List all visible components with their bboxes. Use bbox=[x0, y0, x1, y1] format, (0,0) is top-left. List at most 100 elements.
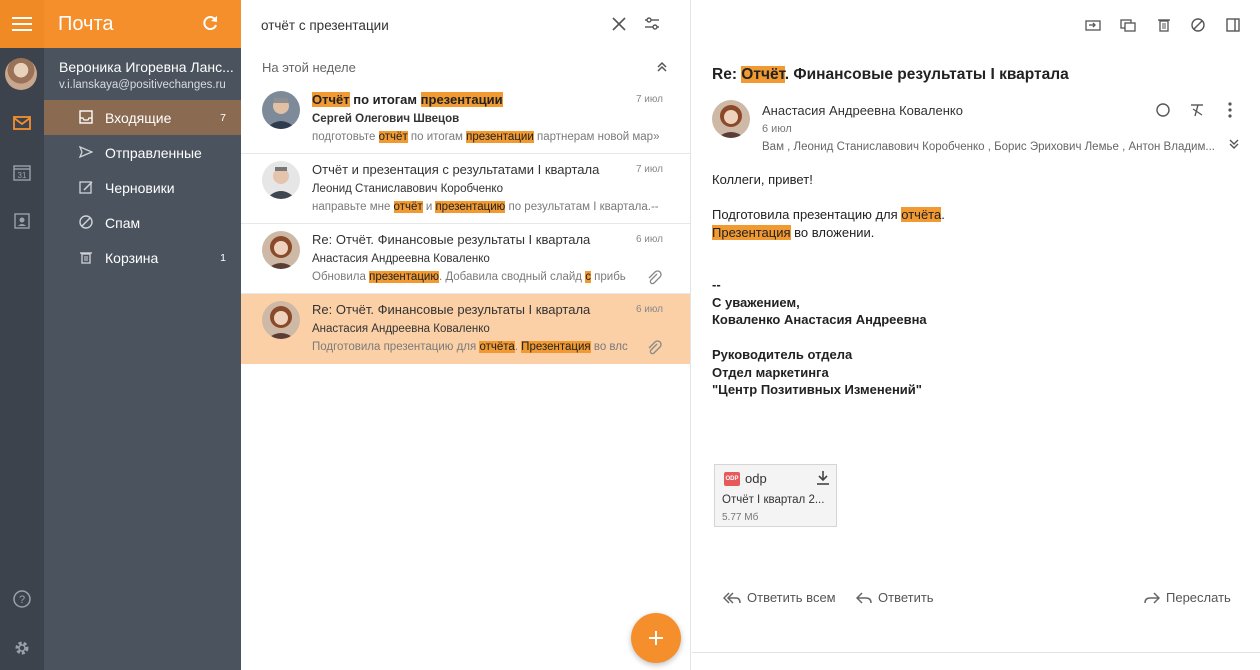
reply-button[interactable]: Ответить bbox=[856, 590, 934, 605]
contacts-icon bbox=[14, 213, 30, 229]
reply-label: Ответить bbox=[878, 590, 934, 605]
compose-button[interactable] bbox=[631, 613, 681, 663]
folders-icon bbox=[1120, 19, 1136, 32]
refresh-icon bbox=[203, 16, 217, 31]
message-date: 7 июл bbox=[635, 164, 663, 175]
message-row[interactable]: Отчёт и презентация с результатами I ква… bbox=[241, 154, 690, 224]
message-preview: Подготовила презентацию для отчёта. През… bbox=[312, 341, 628, 353]
chevron-double-down-icon bbox=[1229, 139, 1239, 149]
subject-highlight: Отчёт bbox=[741, 66, 785, 83]
text-run: по итогам bbox=[407, 131, 467, 143]
help-icon: ? bbox=[13, 590, 31, 608]
search-highlight: презентации bbox=[466, 131, 534, 143]
message-date: 6 июл bbox=[635, 304, 663, 315]
close-icon bbox=[612, 17, 626, 31]
sender-avatar bbox=[262, 161, 300, 199]
search-highlight: презентацию bbox=[369, 271, 439, 283]
rail-mail[interactable] bbox=[0, 109, 44, 137]
more-vertical-icon bbox=[1228, 102, 1232, 118]
date-group-header: На этой неделе bbox=[241, 50, 690, 84]
collapse-group-button[interactable] bbox=[656, 61, 668, 73]
message-subject: Re: Отчёт. Финансовые результаты I кварт… bbox=[312, 232, 590, 247]
clear-format-button[interactable] bbox=[1189, 102, 1205, 118]
message-row-selected[interactable]: Re: Отчёт. Финансовые результаты I кварт… bbox=[241, 294, 690, 364]
folder-sent[interactable]: Отправленные bbox=[44, 135, 241, 170]
move-button[interactable] bbox=[1085, 17, 1101, 33]
toggle-panel-button[interactable] bbox=[1225, 17, 1241, 33]
reply-icon bbox=[856, 591, 872, 604]
download-button[interactable] bbox=[816, 470, 830, 486]
svg-text:31: 31 bbox=[18, 171, 27, 180]
rail-calendar[interactable]: 31 bbox=[0, 158, 44, 186]
gear-icon bbox=[15, 641, 29, 655]
more-options-button[interactable] bbox=[1227, 102, 1233, 118]
account-email: v.i.lanskaya@positivechanges.ru bbox=[59, 79, 226, 91]
refresh-button[interactable] bbox=[201, 14, 219, 32]
attachment-card[interactable]: ODP odp Отчёт I квартал 2... 5.77 Мб bbox=[714, 464, 837, 527]
download-icon bbox=[817, 471, 829, 485]
message-subject: Re: Отчёт. Финансовые результаты I кварт… bbox=[312, 302, 590, 317]
account-info[interactable]: Вероника Игоревна Ланс... v.i.lanskaya@p… bbox=[44, 48, 241, 91]
delete-button[interactable] bbox=[1156, 17, 1172, 33]
date-group-label: На этой неделе bbox=[262, 59, 356, 75]
message-list: Отчёт по итогам презентации 7 июл Сергей… bbox=[241, 84, 690, 364]
body-line: Презентация во вложении. bbox=[712, 224, 945, 242]
text-run: Отчёт и презентация с результатами I ква… bbox=[312, 162, 600, 177]
message-row[interactable]: Re: Отчёт. Финансовые результаты I кварт… bbox=[241, 224, 690, 294]
reply-all-button[interactable]: Ответить всем bbox=[723, 590, 836, 605]
body-highlight: отчёта bbox=[901, 207, 942, 222]
folder-trash[interactable]: Корзина 1 bbox=[44, 240, 241, 275]
sender-name[interactable]: Анастасия Андреевна Коваленко bbox=[762, 103, 963, 118]
search-highlight: презентации bbox=[420, 92, 503, 107]
folder-inbox[interactable]: Входящие 7 bbox=[44, 100, 241, 135]
body-text: . bbox=[941, 207, 945, 222]
plus-icon bbox=[649, 631, 663, 645]
forward-button[interactable]: Переслать bbox=[1144, 590, 1231, 605]
unread-count: 7 bbox=[220, 111, 226, 124]
message-row[interactable]: Отчёт по итогам презентации 7 июл Сергей… bbox=[241, 84, 690, 154]
folder-drafts[interactable]: Черновики bbox=[44, 170, 241, 205]
folder-spam[interactable]: Спам bbox=[44, 205, 241, 240]
folder-label: Входящие bbox=[105, 109, 172, 126]
mark-unread-button[interactable] bbox=[1155, 102, 1171, 118]
text-run: Обновила bbox=[312, 271, 370, 283]
signature-company: "Центр Позитивных Изменений" bbox=[712, 382, 922, 397]
search-filter-button[interactable] bbox=[644, 16, 660, 32]
expand-recipients-button[interactable] bbox=[1228, 138, 1240, 150]
search-bar[interactable]: отчёт с презентации bbox=[241, 0, 690, 50]
folder-label: Спам bbox=[105, 214, 141, 231]
search-highlight: отчёт bbox=[378, 131, 408, 143]
text-run: направьте мне bbox=[312, 201, 394, 213]
paperclip-icon bbox=[648, 270, 662, 285]
attachment-indicator bbox=[646, 270, 662, 286]
search-highlight: презентацию bbox=[435, 201, 506, 213]
copy-to-folder-button[interactable] bbox=[1120, 17, 1136, 33]
user-avatar[interactable] bbox=[5, 58, 37, 90]
menu-button[interactable] bbox=[0, 0, 44, 48]
folder-label: Черновики bbox=[105, 179, 175, 196]
icon-rail: 31 ? bbox=[0, 0, 44, 670]
signature-separator: -- bbox=[712, 277, 721, 292]
circle-icon bbox=[1156, 103, 1170, 117]
reading-pane: Re: Отчёт. Финансовые результаты I кварт… bbox=[692, 0, 1260, 670]
attachment-name: Отчёт I квартал 2... bbox=[722, 494, 825, 506]
spam-button[interactable] bbox=[1190, 17, 1206, 33]
body-text: во вложении. bbox=[790, 224, 875, 240]
forward-icon bbox=[1144, 591, 1160, 604]
message-preview: направьте мне отчёт и презентацию по рез… bbox=[312, 201, 664, 213]
search-query[interactable]: отчёт с презентации bbox=[261, 18, 389, 33]
spam-icon bbox=[79, 215, 93, 229]
message-sender: Анастасия Андреевна Коваленко bbox=[312, 323, 490, 335]
message-preview: Обновила презентацию. Добавила сводный с… bbox=[312, 271, 628, 283]
message-sender: Леонид Станиславович Коробченко bbox=[312, 183, 503, 195]
text-run: по результатам I квартала.-- bbox=[505, 201, 659, 213]
body-line: Подготовила презентацию для отчёта. bbox=[712, 206, 945, 224]
clear-search-button[interactable] bbox=[612, 17, 626, 31]
message-title: Re: Отчёт. Финансовые результаты I кварт… bbox=[712, 66, 1069, 84]
rail-settings[interactable] bbox=[0, 634, 44, 662]
search-highlight: отчёт bbox=[393, 201, 423, 213]
filter-sliders-icon bbox=[645, 17, 659, 30]
message-date: 7 июл bbox=[635, 94, 663, 105]
rail-help[interactable]: ? bbox=[0, 585, 44, 613]
rail-contacts[interactable] bbox=[0, 207, 44, 235]
